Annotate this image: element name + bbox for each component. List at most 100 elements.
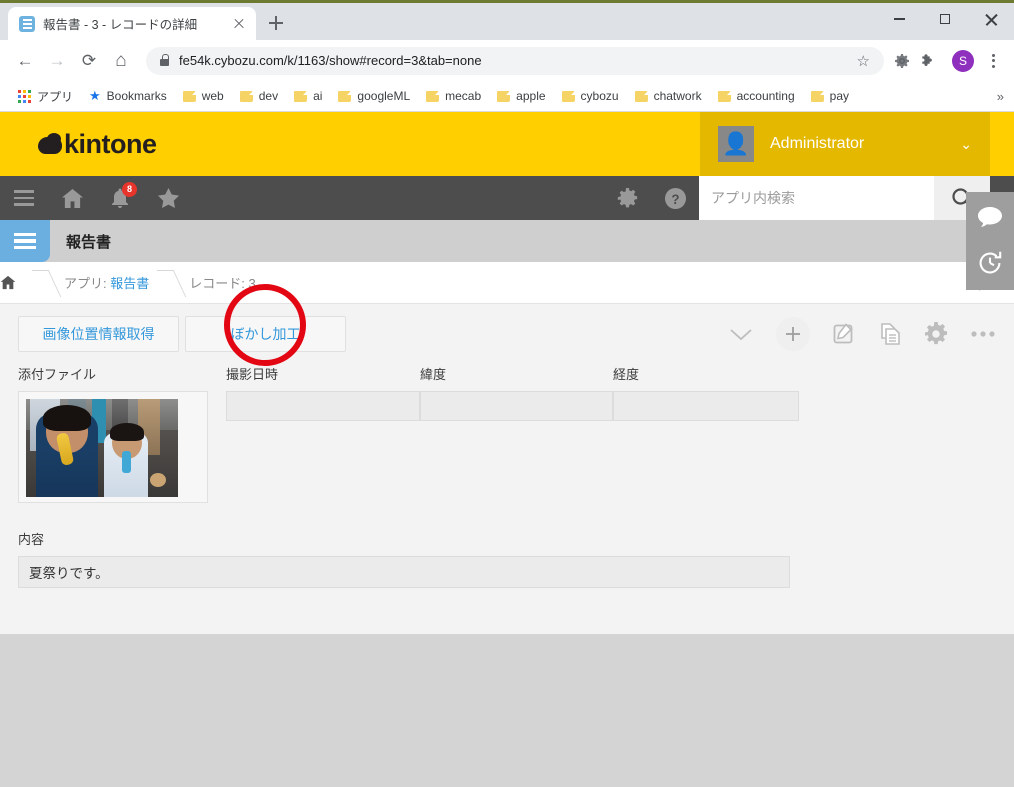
- bookmark-label: apple: [516, 89, 546, 103]
- menu-icon[interactable]: [0, 176, 48, 220]
- breadcrumb-app-link[interactable]: 報告書: [110, 276, 149, 291]
- bookmark-googleml[interactable]: googleML: [330, 86, 418, 106]
- record-action-row: 画像位置情報取得 ぼかし加工: [0, 304, 1014, 364]
- get-image-location-button[interactable]: 画像位置情報取得: [18, 316, 179, 352]
- kintone-cloud-icon: [38, 133, 64, 155]
- star-icon[interactable]: [144, 176, 192, 220]
- home-button[interactable]: ⌂: [106, 46, 136, 76]
- fields-row-1: 添付ファイル 撮影日時 緯度 経度: [18, 364, 996, 513]
- folder-icon: [426, 90, 440, 102]
- bookmark-label: ai: [313, 89, 323, 103]
- tab-strip: 報告書 - 3 - レコードの詳細: [0, 3, 1014, 40]
- app-search-box[interactable]: [699, 176, 934, 220]
- tab-favicon-list-icon: [19, 15, 35, 32]
- kintone-wordmark: kintone: [64, 128, 157, 159]
- help-icon[interactable]: ?: [651, 176, 699, 220]
- longitude-value[interactable]: [613, 391, 799, 421]
- bookmark-apple[interactable]: apple: [489, 86, 553, 106]
- bookmark-ai[interactable]: ai: [286, 86, 330, 106]
- window-maximize-button[interactable]: [922, 3, 968, 35]
- folder-icon: [294, 90, 308, 102]
- chevron-down-icon[interactable]: [728, 326, 754, 342]
- field-label: 撮影日時: [226, 367, 279, 382]
- breadcrumb-home-icon[interactable]: [0, 275, 38, 290]
- bookmark-accounting[interactable]: accounting: [710, 86, 803, 106]
- folder-icon: [717, 90, 731, 102]
- breadcrumb-app: アプリ: 報告書: [50, 273, 163, 292]
- folder-icon: [182, 90, 196, 102]
- bookmark-star-icon[interactable]: ☆: [857, 52, 870, 70]
- content-value[interactable]: 夏祭りです。: [18, 556, 790, 588]
- field-label: 添付ファイル: [18, 367, 97, 382]
- duplicate-record-icon[interactable]: [878, 322, 902, 346]
- kintone-nav-bar: 8 ?: [0, 176, 1014, 220]
- bookmark-apps[interactable]: アプリ: [10, 85, 81, 108]
- user-avatar-icon: 👤: [718, 126, 754, 162]
- tab-title: 報告書 - 3 - レコードの詳細: [43, 18, 198, 32]
- window-minimize-button[interactable]: [876, 3, 922, 35]
- field-content: 内容 夏祭りです。: [18, 529, 790, 588]
- tab-close-icon[interactable]: [230, 15, 248, 33]
- bookmark-label: mecab: [445, 89, 482, 103]
- page-viewport: kintone 👤 Administrator ⌄ 8 ? アプリ内検索 報告書…: [0, 112, 1014, 787]
- history-icon[interactable]: [977, 250, 1003, 276]
- bookmark-cybozu[interactable]: cybozu: [554, 86, 627, 106]
- window-close-button[interactable]: [968, 3, 1014, 35]
- bookmark-pay[interactable]: pay: [803, 86, 857, 106]
- record-side-tabs: [966, 192, 1014, 290]
- summer-festival-children-photo: [26, 399, 178, 497]
- address-bar[interactable]: fe54k.cybozu.com/k/1163/show#record=3&ta…: [146, 46, 884, 75]
- shot-datetime-value[interactable]: [226, 391, 420, 421]
- comment-icon[interactable]: [977, 206, 1003, 228]
- field-label: 内容: [18, 532, 45, 547]
- record-fields: 添付ファイル 撮影日時 緯度 経度 内容 夏祭りです。: [0, 364, 1014, 588]
- search-input[interactable]: [711, 190, 934, 206]
- bookmark-label: pay: [829, 89, 850, 103]
- folder-icon: [561, 90, 575, 102]
- reload-button[interactable]: ⟳: [74, 46, 104, 76]
- bookmark-bookmarks[interactable]: ★ Bookmarks: [81, 85, 175, 107]
- forward-button[interactable]: →: [42, 46, 72, 76]
- edit-record-icon[interactable]: [832, 322, 856, 346]
- blur-processing-button[interactable]: ぼかし加工: [185, 316, 346, 352]
- kintone-nav-right: ?: [603, 176, 1014, 220]
- extensions-puzzle-icon[interactable]: [920, 53, 944, 69]
- folder-icon: [239, 90, 253, 102]
- bookmark-label: dev: [258, 89, 279, 103]
- gear-icon[interactable]: [603, 176, 651, 220]
- profile-avatar[interactable]: S: [952, 49, 974, 72]
- new-tab-button[interactable]: [262, 9, 290, 37]
- lock-icon: [160, 54, 169, 66]
- add-record-icon[interactable]: [776, 317, 810, 351]
- back-button[interactable]: ←: [10, 46, 40, 76]
- home-icon[interactable]: [48, 176, 96, 220]
- browser-tab[interactable]: 報告書 - 3 - レコードの詳細: [8, 7, 256, 40]
- bookmark-chatwork[interactable]: chatwork: [627, 86, 710, 106]
- apps-grid-icon: [18, 89, 31, 103]
- bookmark-label: googleML: [357, 89, 411, 103]
- extension-gear-icon[interactable]: [894, 53, 918, 69]
- bookmark-label: web: [201, 89, 224, 103]
- folder-icon: [338, 90, 352, 102]
- latitude-value[interactable]: [420, 391, 613, 421]
- bell-icon[interactable]: 8: [96, 176, 144, 220]
- bookmark-label: Bookmarks: [106, 89, 167, 103]
- address-bar-url: fe54k.cybozu.com/k/1163/show#record=3&ta…: [179, 53, 482, 68]
- bookmark-web[interactable]: web: [175, 86, 232, 106]
- bookmarks-bar: アプリ ★ Bookmarks web dev ai googleML meca…: [0, 81, 1014, 112]
- bookmark-mecab[interactable]: mecab: [418, 86, 489, 106]
- bookmark-dev[interactable]: dev: [232, 86, 286, 106]
- field-label: 緯度: [420, 367, 447, 382]
- attachment-thumbnail[interactable]: [18, 391, 208, 503]
- kintone-logo[interactable]: kintone: [38, 129, 157, 160]
- app-list-icon[interactable]: [0, 220, 50, 262]
- breadcrumb: アプリ: 報告書 レコード: 3: [0, 262, 1014, 304]
- bookmarks-overflow-icon[interactable]: »: [997, 89, 1004, 104]
- settings-gear-icon[interactable]: [924, 322, 948, 346]
- user-menu[interactable]: 👤 Administrator ⌄: [700, 112, 990, 176]
- browser-menu-button[interactable]: [982, 53, 1004, 68]
- more-options-icon[interactable]: [970, 330, 996, 338]
- bookmark-label: accounting: [736, 89, 795, 103]
- bookmark-label: chatwork: [653, 89, 702, 103]
- kintone-header: kintone 👤 Administrator ⌄: [0, 112, 1014, 176]
